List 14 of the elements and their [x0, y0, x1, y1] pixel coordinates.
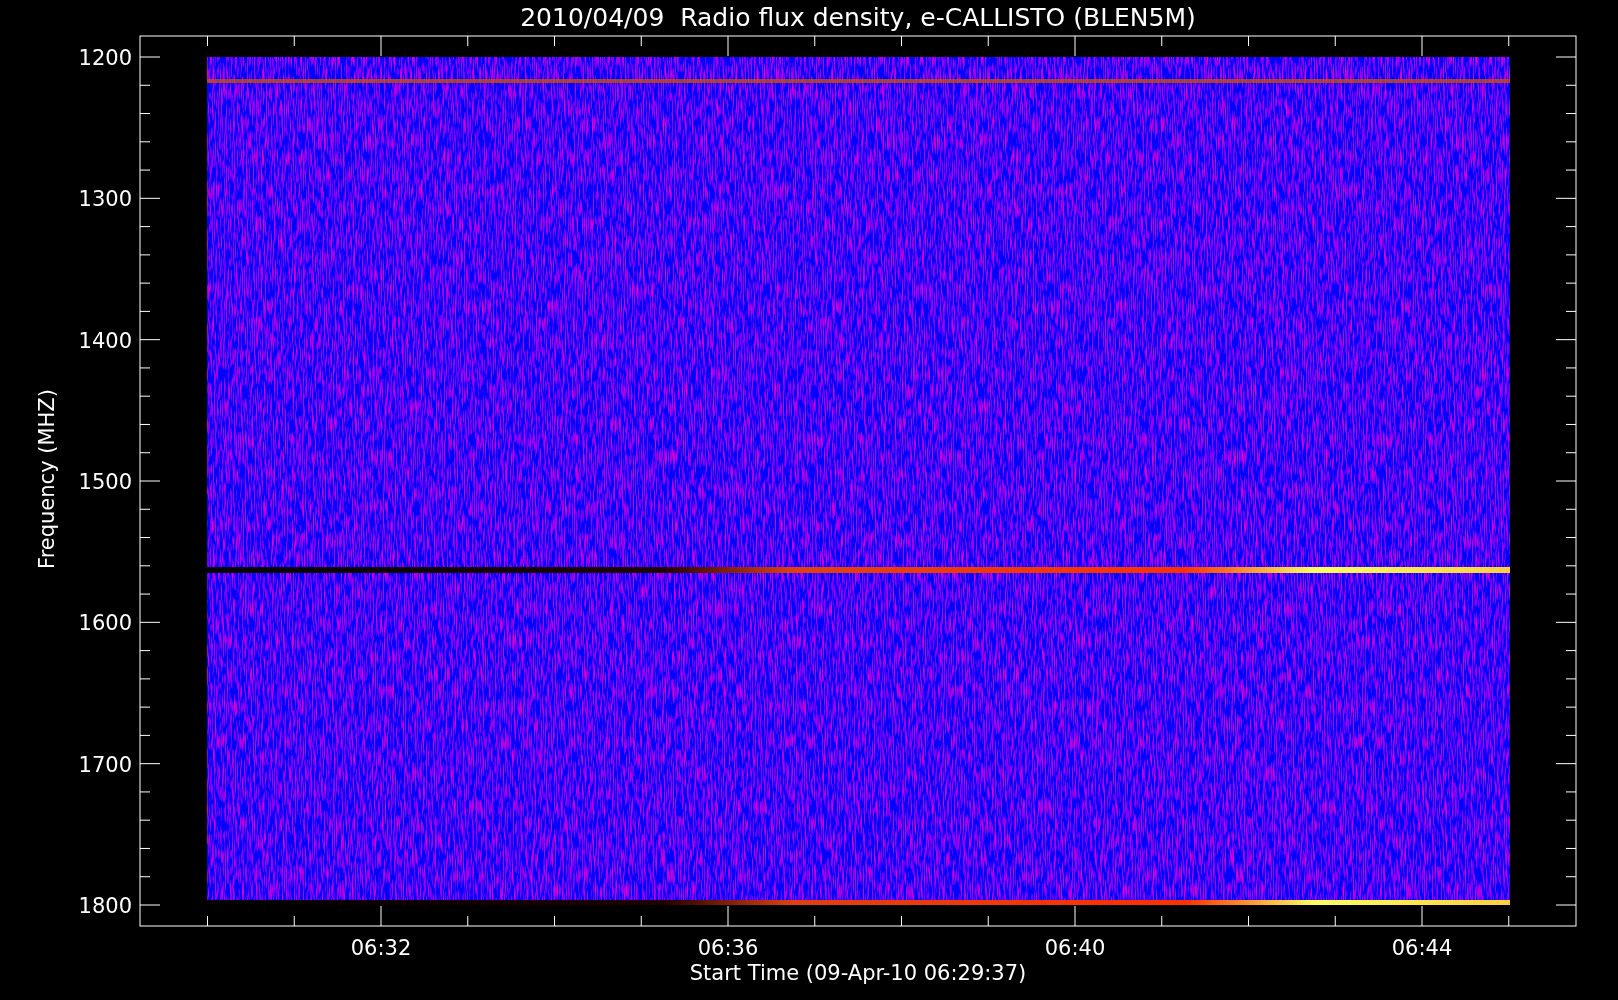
plot-title: 2010/04/09 Radio flux density, e-CALLISTO (BLEN5M) [520, 3, 1196, 32]
tick-label: 06:40 [1044, 936, 1106, 960]
tick-label: 06:44 [1391, 936, 1453, 960]
tick-label: 06:36 [697, 936, 759, 960]
tick-label: 1200 [78, 46, 132, 70]
tick-label: 1400 [78, 328, 132, 353]
tick-label: 1300 [78, 187, 132, 212]
tick-label: 1600 [78, 611, 132, 636]
tick-label: 1500 [78, 470, 132, 494]
axis-label: Start Time (09-Apr-10 06:29:37) [689, 961, 1027, 985]
axis-label: Frequency (MHZ) [35, 389, 59, 569]
tick-label: 1800 [78, 894, 132, 918]
tick-label: 06:32 [350, 936, 412, 960]
tick-label: 1700 [78, 752, 132, 777]
